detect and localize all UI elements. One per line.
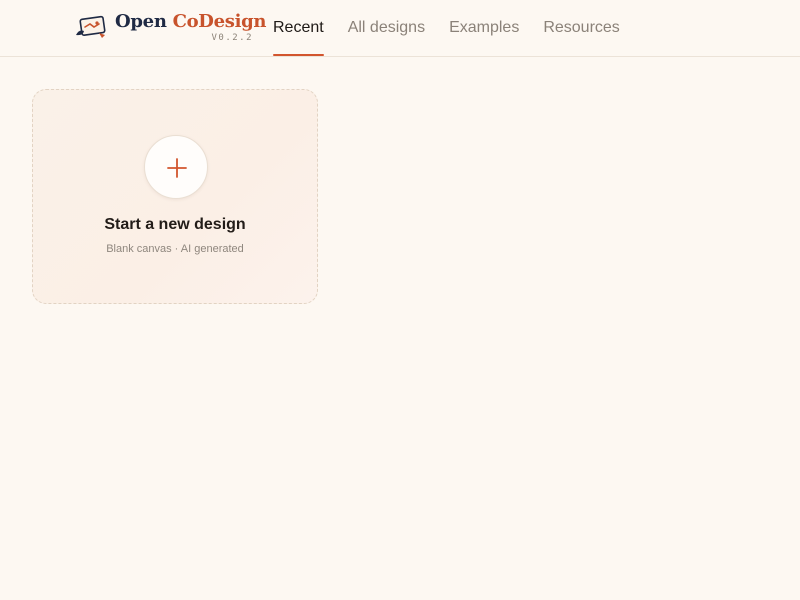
start-new-design-card[interactable]: Start a new design Blank canvas · AI gen… [32,89,318,304]
tab-all-designs[interactable]: All designs [348,0,425,56]
brand-name: Open CoDesign [115,11,267,32]
new-design-subtitle: Blank canvas · AI generated [106,243,244,255]
tab-resources[interactable]: Resources [543,0,619,56]
brand-name-open: Open [115,11,167,32]
brand[interactable]: Open CoDesign V0.2.2 [75,10,267,46]
brand-text: Open CoDesign V0.2.2 [115,10,267,46]
top-bar: Open CoDesign V0.2.2 Recent All designs … [0,0,800,57]
plus-icon [167,158,187,178]
tab-examples[interactable]: Examples [449,0,519,56]
new-design-button[interactable] [144,135,208,199]
open-codesign-logo-icon [76,15,106,38]
main-nav: Recent All designs Examples Resources [273,0,644,57]
tab-recent[interactable]: Recent [273,0,324,56]
brand-name-codesign: CoDesign [172,11,267,32]
version-label: V0.2.2 [211,33,253,43]
new-design-title: Start a new design [104,216,246,233]
